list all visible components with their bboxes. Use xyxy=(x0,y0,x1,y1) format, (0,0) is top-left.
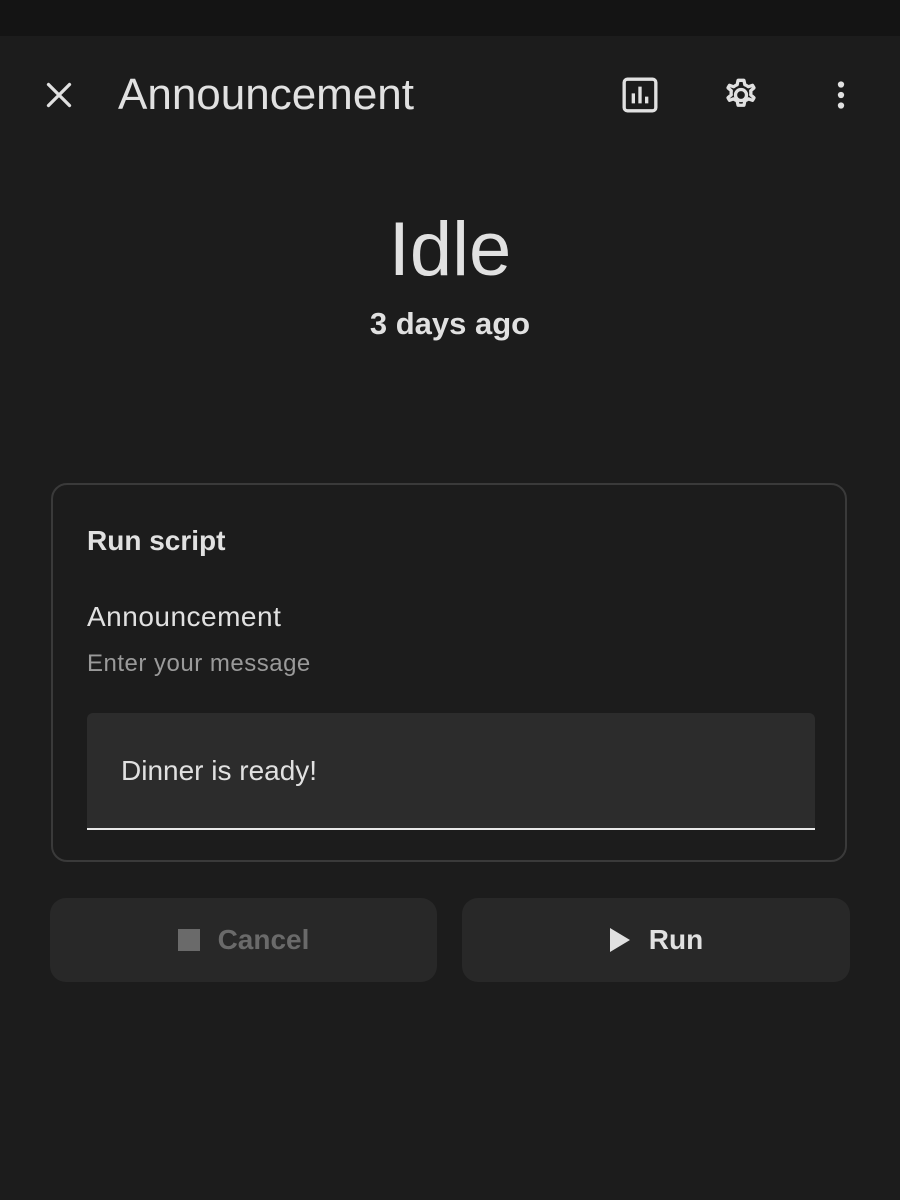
card-title: Run script xyxy=(87,525,226,556)
state-value: Idle xyxy=(388,207,512,292)
app-bar: Announcement xyxy=(0,36,900,154)
cancel-button[interactable]: Cancel xyxy=(50,898,437,982)
close-icon xyxy=(46,82,72,108)
close-button[interactable] xyxy=(27,63,91,127)
field-description: Enter your message xyxy=(87,650,311,677)
last-changed-time: 3 days ago xyxy=(369,306,531,341)
run-script-card: Run script Announcement Enter your messa… xyxy=(51,483,847,862)
announcement-input[interactable] xyxy=(87,713,815,828)
settings-button[interactable] xyxy=(709,63,773,127)
announcement-text-field[interactable] xyxy=(87,713,815,830)
run-label: Run xyxy=(648,924,704,955)
gear-icon xyxy=(726,78,756,107)
state-info: Idle 3 days ago xyxy=(0,200,900,344)
play-icon xyxy=(609,927,631,953)
field-label: Announcement xyxy=(87,601,282,632)
more-options-button[interactable] xyxy=(809,63,873,127)
chart-box-icon xyxy=(622,77,658,113)
run-button[interactable]: Run xyxy=(462,898,850,982)
history-button[interactable] xyxy=(608,63,672,127)
dots-vertical-icon xyxy=(837,81,845,109)
status-bar xyxy=(0,0,900,36)
cancel-label: Cancel xyxy=(217,924,310,955)
dialog-title: Announcement xyxy=(118,70,414,119)
stop-icon xyxy=(177,929,200,951)
